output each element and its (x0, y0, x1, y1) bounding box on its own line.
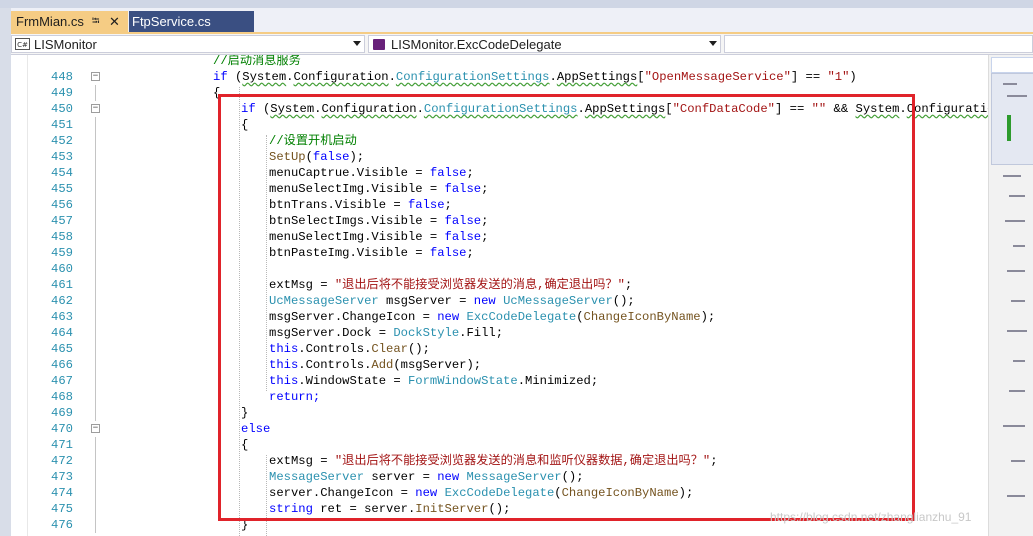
fold-line (95, 341, 96, 357)
fold-line (95, 373, 96, 389)
fold-toggle[interactable]: − (91, 424, 100, 433)
project-dropdown-value: LISMonitor (34, 37, 97, 52)
map-line (1005, 220, 1025, 222)
fold-line (95, 229, 96, 245)
map-line (1003, 175, 1021, 177)
scrollbar-thumb[interactable] (991, 73, 1033, 165)
fold-line (95, 197, 96, 213)
highlight-box (218, 94, 915, 521)
map-line (1007, 330, 1027, 332)
map-line (1007, 270, 1025, 272)
navigation-bar: C# LISMonitor LISMonitor.ExcCodeDelegate (11, 34, 1033, 55)
fold-line (95, 277, 96, 293)
project-dropdown[interactable]: C# LISMonitor (11, 35, 365, 53)
watermark: https://blog.csdn.net/zhanglianzhu_91 (770, 510, 972, 524)
fold-toggle[interactable]: − (91, 72, 100, 81)
fold-line (95, 501, 96, 517)
map-line (1007, 495, 1025, 497)
map-line (1007, 95, 1027, 97)
fold-line (95, 165, 96, 181)
tab-frmmian[interactable]: FrmMian.cs ⭾ ✕ (11, 11, 128, 32)
fold-line (95, 469, 96, 485)
close-icon[interactable]: ✕ (109, 11, 120, 32)
fold-line (95, 453, 96, 469)
window-top-bar (0, 0, 1033, 8)
type-dropdown[interactable]: LISMonitor.ExcCodeDelegate (368, 35, 721, 53)
fold-line (95, 437, 96, 453)
document-tab-bar: FrmMian.cs ⭾ ✕ FtpService.cs (11, 8, 1033, 34)
csharp-project-icon: C# (15, 38, 30, 50)
fold-line (95, 261, 96, 277)
fold-line (95, 485, 96, 501)
scrollbar-up-region[interactable] (991, 57, 1033, 73)
code-text: if (System.Configuration.ConfigurationSe… (213, 70, 857, 84)
map-line (1009, 195, 1025, 197)
fold-line (95, 517, 96, 533)
fold-line (95, 405, 96, 421)
map-line (1003, 425, 1025, 427)
tab-ftpservice[interactable]: FtpService.cs (129, 11, 254, 32)
chevron-down-icon (353, 41, 361, 46)
map-line (1011, 300, 1025, 302)
fold-line (95, 85, 96, 101)
fold-line (95, 357, 96, 373)
map-line (1003, 83, 1017, 85)
fold-line (95, 149, 96, 165)
vertical-scrollbar-map[interactable] (988, 55, 1033, 536)
chevron-down-icon (709, 41, 717, 46)
fold-line (95, 181, 96, 197)
tab-label: FrmMian.cs (16, 14, 84, 29)
member-dropdown[interactable] (724, 35, 1033, 53)
map-line (1009, 390, 1025, 392)
fold-line (95, 309, 96, 325)
delegate-icon (373, 39, 385, 50)
tab-label: FtpService.cs (132, 14, 211, 29)
fold-line (95, 213, 96, 229)
code-text: //启动消息服务 (213, 55, 301, 68)
fold-line (95, 133, 96, 149)
map-line (1013, 245, 1025, 247)
fold-line (95, 245, 96, 261)
fold-line (95, 325, 96, 341)
code-line[interactable]: 448 //启动消息服务 (11, 55, 988, 84)
change-marker (1007, 115, 1011, 141)
pin-icon[interactable]: ⭾ (92, 11, 100, 32)
code-line[interactable]: 449 − if (System.Configuration.Configura… (11, 69, 988, 100)
fold-line (95, 389, 96, 405)
type-dropdown-value: LISMonitor.ExcCodeDelegate (391, 37, 562, 52)
fold-toggle[interactable]: − (91, 104, 100, 113)
map-line (1011, 460, 1025, 462)
fold-line (95, 117, 96, 133)
map-line (1013, 360, 1025, 362)
fold-line (95, 293, 96, 309)
